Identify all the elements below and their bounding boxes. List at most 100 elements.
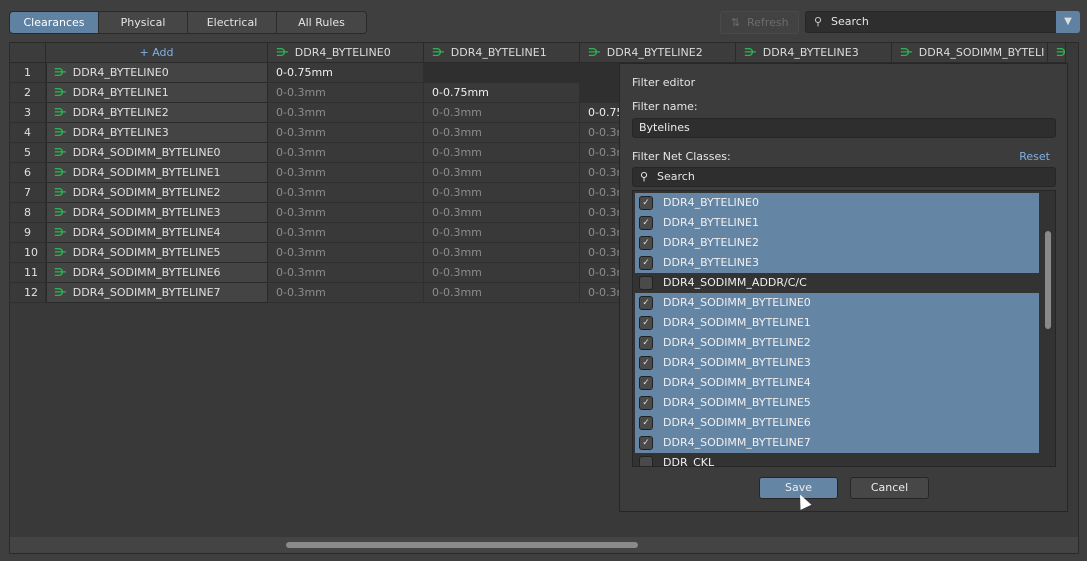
corner-header [10, 43, 46, 63]
checkbox[interactable]: ✓ [639, 356, 653, 370]
checkbox[interactable]: ✓ [639, 436, 653, 450]
rule-cell[interactable]: 0-0.3mm [424, 103, 580, 123]
row-name-label: DDR4_SODIMM_BYTELINE3 [72, 206, 221, 219]
row-name[interactable]: ⋺ DDR4_SODIMM_BYTELINE7 [46, 283, 268, 303]
net-class-icon: ⋺ [54, 126, 67, 139]
rule-cell[interactable]: 0-0.3mm [268, 143, 424, 163]
rule-cell[interactable]: 0-0.3mm [424, 163, 580, 183]
row-name[interactable]: ⋺ DDR4_SODIMM_BYTELINE3 [46, 203, 268, 223]
net-class-item[interactable]: ✓ DDR4_SODIMM_BYTELINE2 [635, 333, 1039, 353]
column-header[interactable]: ⋺ DDR4_SODIMM_BYTELI [892, 43, 1048, 63]
rule-cell[interactable]: 0-0.3mm [268, 83, 424, 103]
checkbox[interactable]: ✓ [639, 316, 653, 330]
refresh-button[interactable]: ⇅ Refresh [720, 11, 799, 34]
rule-cell[interactable]: 0-0.3mm [424, 263, 580, 283]
row-name-label: DDR4_SODIMM_BYTELINE0 [72, 146, 221, 159]
column-header-label: DDR4_BYTELINE1 [450, 46, 547, 59]
net-class-item[interactable]: DDR4_SODIMM_ADDR/C/C [635, 273, 1039, 293]
tab-all-rules[interactable]: All Rules [277, 12, 366, 33]
row-name[interactable]: ⋺ DDR4_BYTELINE3 [46, 123, 268, 143]
cancel-button[interactable]: Cancel [850, 477, 929, 499]
column-header-label: DDR4_SODIMM_BYTELI [918, 46, 1045, 59]
column-header[interactable]: ⋺ DDR4_BYTELINE2 [580, 43, 736, 63]
row-name[interactable]: ⋺ DDR4_SODIMM_BYTELINE5 [46, 243, 268, 263]
class-search-input[interactable]: ⚲ Search [632, 167, 1056, 187]
rule-cell[interactable]: 0-0.3mm [424, 283, 580, 303]
tab-clearances[interactable]: Clearances [10, 12, 99, 33]
net-class-item[interactable]: ✓ DDR4_SODIMM_BYTELINE4 [635, 373, 1039, 393]
column-header[interactable]: ⋺ DDR4_BYTELINE0 [268, 43, 424, 63]
rule-cell[interactable]: 0-0.3mm [268, 123, 424, 143]
rule-cell[interactable]: 0-0.3mm [268, 223, 424, 243]
column-header[interactable]: ⋺ DDR4_BYTELINE3 [736, 43, 892, 63]
row-number: 5 [10, 143, 46, 163]
row-name[interactable]: ⋺ DDR4_SODIMM_BYTELINE0 [46, 143, 268, 163]
net-class-icon: ⋺ [54, 66, 67, 79]
net-class-list: ✓ DDR4_BYTELINE0 ✓ DDR4_BYTELINE1 ✓ DDR4_BYTE… [632, 190, 1056, 467]
checkbox[interactable] [639, 456, 653, 466]
net-class-item[interactable]: ✓ DDR4_SODIMM_BYTELINE6 [635, 413, 1039, 433]
net-class-item[interactable]: ✓ DDR4_BYTELINE2 [635, 233, 1039, 253]
rule-cell[interactable]: 0-0.3mm [268, 203, 424, 223]
rule-cell[interactable]: 0-0.75mm [268, 63, 424, 83]
net-class-icon: ⋺ [432, 46, 445, 59]
row-name[interactable]: ⋺ DDR4_SODIMM_BYTELINE6 [46, 263, 268, 283]
horizontal-scrollbar[interactable] [10, 537, 1078, 553]
search-input[interactable]: ⚲ Search [805, 11, 1057, 33]
rule-cell[interactable]: 0-0.3mm [424, 243, 580, 263]
rule-cell[interactable]: 0-0.3mm [268, 183, 424, 203]
column-header[interactable]: ⋺ [1048, 43, 1066, 63]
rule-cell[interactable]: 0-0.3mm [268, 263, 424, 283]
checkbox[interactable]: ✓ [639, 396, 653, 410]
row-name[interactable]: ⋺ DDR4_SODIMM_BYTELINE4 [46, 223, 268, 243]
rule-cell[interactable]: 0-0.3mm [424, 143, 580, 163]
checkbox[interactable] [639, 276, 653, 290]
checkbox[interactable]: ✓ [639, 236, 653, 250]
net-class-icon: ⋺ [276, 46, 289, 59]
reset-link[interactable]: Reset [1019, 150, 1050, 163]
net-class-item[interactable]: ✓ DDR4_BYTELINE0 [635, 193, 1039, 213]
net-class-item[interactable]: ✓ DDR4_BYTELINE3 [635, 253, 1039, 273]
list-scrollbar[interactable] [1043, 193, 1053, 464]
column-header[interactable]: ⋺ DDR4_BYTELINE1 [424, 43, 580, 63]
checkbox[interactable]: ✓ [639, 416, 653, 430]
rule-cell[interactable]: 0-0.3mm [424, 223, 580, 243]
net-class-item[interactable]: ✓ DDR4_SODIMM_BYTELINE3 [635, 353, 1039, 373]
net-class-item[interactable]: ✓ DDR4_SODIMM_BYTELINE1 [635, 313, 1039, 333]
filter-button[interactable]: ▼ [1056, 11, 1080, 33]
scrollbar-thumb[interactable] [1045, 231, 1051, 329]
filter-name-input[interactable]: Bytelines [632, 118, 1056, 138]
rule-cell[interactable]: 0-0.75mm [424, 83, 580, 103]
net-class-item[interactable]: ✓ DDR4_SODIMM_BYTELINE5 [635, 393, 1039, 413]
row-name[interactable]: ⋺ DDR4_BYTELINE1 [46, 83, 268, 103]
row-name[interactable]: ⋺ DDR4_SODIMM_BYTELINE1 [46, 163, 268, 183]
filter-name-label: Filter name: [632, 100, 698, 113]
checkbox[interactable]: ✓ [639, 296, 653, 310]
rule-cell[interactable]: 0-0.3mm [268, 243, 424, 263]
row-number: 12 [10, 283, 46, 303]
checkbox[interactable]: ✓ [639, 376, 653, 390]
net-class-item[interactable]: ✓ DDR4_SODIMM_BYTELINE7 [635, 433, 1039, 453]
row-name[interactable]: ⋺ DDR4_SODIMM_BYTELINE2 [46, 183, 268, 203]
rule-cell[interactable]: 0-0.3mm [268, 283, 424, 303]
net-class-item[interactable]: DDR_CKL [635, 453, 1039, 466]
tab-physical[interactable]: Physical [99, 12, 188, 33]
net-class-item[interactable]: ✓ DDR4_BYTELINE1 [635, 213, 1039, 233]
row-number: 8 [10, 203, 46, 223]
row-name[interactable]: ⋺ DDR4_BYTELINE2 [46, 103, 268, 123]
rule-cell[interactable]: 0-0.3mm [424, 203, 580, 223]
net-class-item[interactable]: ✓ DDR4_SODIMM_BYTELINE0 [635, 293, 1039, 313]
tab-electrical[interactable]: Electrical [188, 12, 277, 33]
rule-cell[interactable]: 0-0.3mm [268, 163, 424, 183]
checkbox[interactable]: ✓ [639, 196, 653, 210]
add-button[interactable]: + Add [46, 43, 268, 63]
rule-cell[interactable]: 0-0.3mm [268, 103, 424, 123]
checkbox[interactable]: ✓ [639, 216, 653, 230]
row-name[interactable]: ⋺ DDR4_BYTELINE0 [46, 63, 268, 83]
rule-cell[interactable]: 0-0.3mm [424, 123, 580, 143]
checkbox[interactable]: ✓ [639, 256, 653, 270]
checkbox[interactable]: ✓ [639, 336, 653, 350]
rule-cell[interactable] [424, 63, 580, 83]
scrollbar-thumb[interactable] [286, 542, 638, 548]
rule-cell[interactable]: 0-0.3mm [424, 183, 580, 203]
